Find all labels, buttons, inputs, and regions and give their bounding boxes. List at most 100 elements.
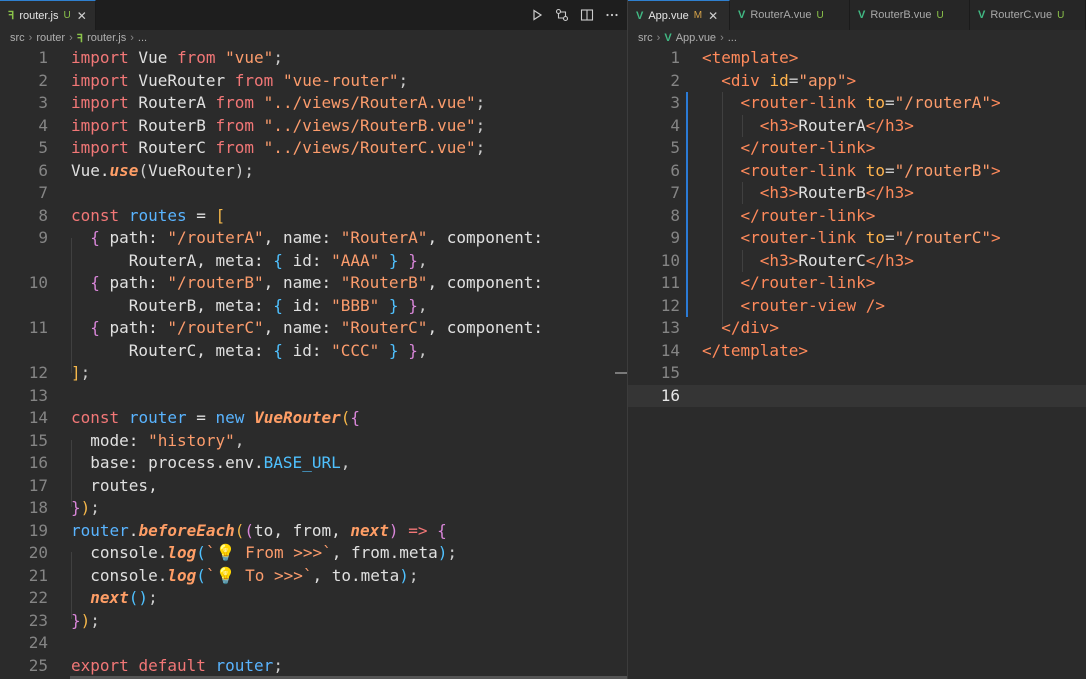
code-token: "RouterA" xyxy=(340,228,428,247)
untracked-badge: U xyxy=(936,9,944,21)
code-area[interactable]: 1 <template> 2 <div id="app"> 3 <router-lin… xyxy=(628,47,1086,679)
line-text: <h3>RouterB</h3> xyxy=(702,182,914,205)
code-token: } xyxy=(388,295,399,315)
code-token: , component: xyxy=(427,318,544,337)
line-number: 3 xyxy=(38,93,48,112)
code-token: ) xyxy=(80,498,91,517)
breadcrumb: src › V App.vue › ... xyxy=(628,30,1086,46)
tab-routera-vue[interactable]: V RouterA.vue U xyxy=(730,0,850,30)
code-token: <router-view /> xyxy=(740,295,886,315)
line-text: console.log(`💡 From >>>`, from.meta); xyxy=(71,542,457,565)
code-token: , component: xyxy=(427,228,544,247)
line-text: routes, xyxy=(71,475,157,498)
chevron-right-icon: › xyxy=(69,32,73,44)
tab-routerb-vue[interactable]: V RouterB.vue U xyxy=(850,0,970,30)
code-token: mode: xyxy=(71,430,149,450)
tab-router-js[interactable]: ꟻ router.js U ✕ xyxy=(0,0,96,30)
vertical-scrollbar[interactable] xyxy=(615,47,627,679)
line-number: 25 xyxy=(28,655,48,675)
breadcrumb-item[interactable]: ... xyxy=(138,32,147,44)
code-token: VueRouter xyxy=(254,408,341,427)
line-number: 1 xyxy=(670,48,680,67)
code-token: <h3> xyxy=(759,183,799,202)
code-token: , name: xyxy=(263,318,341,337)
code-token: "/routerB" xyxy=(894,160,991,180)
breadcrumb-item[interactable]: App.vue xyxy=(676,32,716,44)
compare-icon[interactable] xyxy=(551,4,573,26)
code-token: next xyxy=(350,520,389,540)
code-token: > xyxy=(991,93,1001,112)
code-token: () xyxy=(128,588,149,607)
split-editor-icon[interactable] xyxy=(576,4,598,26)
code-token: ( xyxy=(234,520,245,540)
code-token: , from.meta xyxy=(331,543,438,562)
line-text: import VueRouter from "vue-router"; xyxy=(71,70,408,93)
code-area[interactable]: 1 import Vue from "vue"; 2 import VueRouter… xyxy=(0,47,627,679)
breadcrumb-item[interactable]: router.js xyxy=(87,32,126,44)
line-number: 22 xyxy=(28,588,48,607)
close-icon[interactable]: ✕ xyxy=(708,9,718,23)
breadcrumb: src › router › ꟻ router.js › ... xyxy=(0,30,627,46)
breadcrumb-item[interactable]: router xyxy=(36,32,65,44)
breadcrumb-item[interactable]: src xyxy=(10,32,25,44)
tab-routerc-vue[interactable]: V RouterC.vue U xyxy=(970,0,1086,30)
code-token: log xyxy=(167,565,197,585)
js-file-icon: ꟻ xyxy=(76,32,84,45)
code-token: ( xyxy=(138,160,149,180)
code-token: </template> xyxy=(702,340,808,360)
close-icon[interactable]: ✕ xyxy=(77,9,87,23)
more-icon[interactable] xyxy=(601,4,623,26)
tab-label: App.vue xyxy=(648,9,689,22)
code-token: ; xyxy=(148,588,158,607)
line-number: 16 xyxy=(660,385,680,405)
code-token: <router-link xyxy=(740,228,866,247)
vue-file-icon: V xyxy=(738,9,746,21)
code-token: ] xyxy=(71,363,81,382)
run-icon[interactable] xyxy=(526,4,548,26)
line-number: 8 xyxy=(670,205,680,225)
line-number: 2 xyxy=(38,70,48,90)
left-tab-bar: ꟻ router.js U ✕ xyxy=(0,0,627,30)
line-number: 9 xyxy=(38,228,48,247)
code-token: VueRouter xyxy=(128,70,235,90)
tab-app-vue[interactable]: V App.vue M ✕ xyxy=(628,0,730,30)
current-line-highlight xyxy=(628,385,1086,407)
code-token: </router-link> xyxy=(740,205,876,225)
code-token: "history" xyxy=(148,430,235,450)
code-token: <h3> xyxy=(759,250,799,270)
code-token: RouterB xyxy=(128,115,216,135)
code-token: `💡 From >>>` xyxy=(205,543,332,562)
code-token: { xyxy=(273,295,283,315)
code-token: = xyxy=(885,93,895,112)
code-token: import xyxy=(71,93,129,112)
code-token: const xyxy=(71,205,120,225)
code-token: "AAA" xyxy=(331,250,380,270)
line-text: ]; xyxy=(71,362,90,385)
line-number: 1 xyxy=(38,48,48,67)
line-text: }); xyxy=(71,610,100,633)
line-number: 18 xyxy=(28,498,48,517)
line-number: 15 xyxy=(660,363,680,382)
line-number: 12 xyxy=(28,363,48,382)
line-text: next(); xyxy=(71,587,158,610)
line-number: 21 xyxy=(28,565,48,585)
line-text: RouterC, meta: { id: "CCC" } }, xyxy=(71,340,428,363)
code-token: </router-link> xyxy=(740,273,876,292)
code-token: router xyxy=(71,520,129,540)
line-number: 2 xyxy=(670,70,680,90)
breadcrumb-item[interactable]: ... xyxy=(728,32,737,44)
line-text: <h3>RouterC</h3> xyxy=(702,250,914,273)
code-token: console. xyxy=(71,565,168,585)
code-token: ; xyxy=(273,48,283,67)
line-text: import RouterC from "../views/RouterC.vu… xyxy=(71,137,485,160)
line-number: 9 xyxy=(670,228,680,247)
breadcrumb-item[interactable]: src xyxy=(638,32,653,44)
